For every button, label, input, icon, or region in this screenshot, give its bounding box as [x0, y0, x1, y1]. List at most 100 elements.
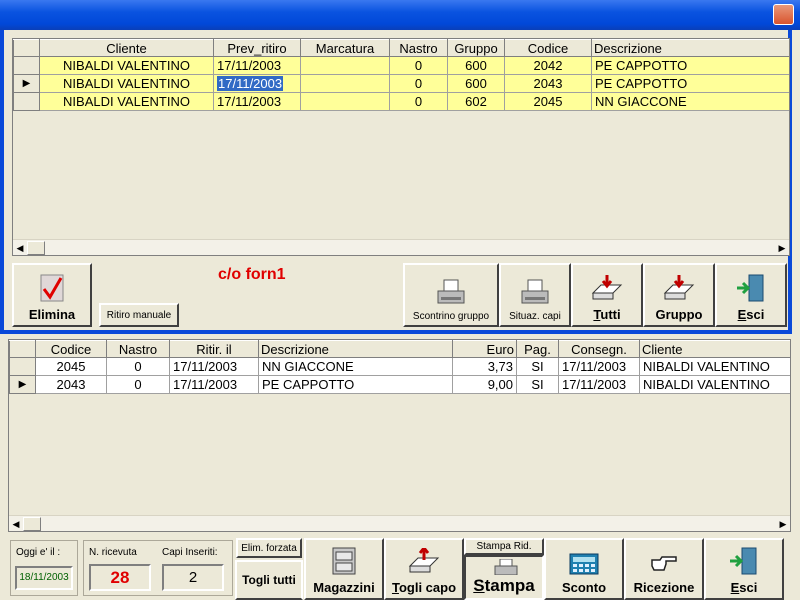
tray-down-arrow-icon: [663, 275, 695, 300]
sconto-button[interactable]: Sconto: [544, 538, 624, 600]
scroll-left-icon[interactable]: ◀: [9, 518, 23, 530]
ricezione-button[interactable]: Ricezione: [624, 538, 704, 600]
cell-gruppo[interactable]: 600: [447, 56, 505, 75]
scroll-thumb[interactable]: [27, 241, 45, 255]
elim-forzata-label: Elim. forzata: [241, 542, 297, 554]
cell-prev-ritiro[interactable]: 17/11/2003: [213, 74, 301, 93]
elim-forzata-button[interactable]: Elim. forzata: [236, 538, 302, 558]
received-items-grid[interactable]: Codice Nastro Ritir. il Descrizione Euro…: [8, 339, 791, 532]
cell-ritir-il[interactable]: 17/11/2003: [169, 375, 259, 394]
table-row[interactable]: 2045 0 17/11/2003 NN GIACCONE 3,73 SI 17…: [9, 357, 790, 376]
cell-cliente[interactable]: NIBALDI VALENTINO: [39, 56, 214, 75]
cell-codice[interactable]: 2045: [35, 357, 107, 376]
togli-tutti-button[interactable]: Togli tutti: [235, 560, 303, 600]
cell-pag[interactable]: SI: [516, 375, 559, 394]
scroll-thumb[interactable]: [23, 517, 41, 531]
current-row-indicator[interactable]: ▶: [9, 375, 36, 394]
capi-inseriti-value: 2: [162, 564, 224, 591]
situaz-capi-button[interactable]: Situaz. capi: [499, 263, 571, 327]
cell-cliente[interactable]: NIBALDI VALENTINO: [639, 357, 790, 376]
row-indicator[interactable]: [13, 56, 40, 75]
cell-cliente[interactable]: NIBALDI VALENTINO: [39, 74, 214, 93]
cell-descrizione[interactable]: PE CAPPOTTO: [591, 56, 789, 75]
tutti-button[interactable]: Tutti: [571, 263, 643, 327]
cell-codice[interactable]: 2043: [35, 375, 107, 394]
cell-pag[interactable]: SI: [516, 357, 559, 376]
pending-items-grid[interactable]: Cliente Prev_ritiro Marcatura Nastro Gru…: [12, 38, 790, 256]
scroll-right-icon[interactable]: ▶: [776, 518, 790, 530]
cell-descrizione[interactable]: PE CAPPOTTO: [591, 74, 789, 93]
scroll-left-icon[interactable]: ◀: [13, 242, 27, 254]
cell-codice[interactable]: 2043: [504, 74, 592, 93]
col-consegn[interactable]: Consegn.: [558, 340, 640, 358]
tutti-label-rest: utti: [600, 307, 621, 322]
cell-consegn[interactable]: 17/11/2003: [558, 357, 640, 376]
cell-gruppo[interactable]: 600: [447, 74, 505, 93]
cell-marcatura[interactable]: [300, 56, 390, 75]
elimina-button[interactable]: Elimina: [12, 263, 92, 327]
cell-euro[interactable]: 3,73: [452, 357, 517, 376]
table-row[interactable]: ▶ 2043 0 17/11/2003 PE CAPPOTTO 9,00 SI …: [9, 375, 790, 394]
cell-codice[interactable]: 2045: [504, 92, 592, 111]
selected-text[interactable]: 17/11/2003: [217, 76, 284, 91]
col-gruppo[interactable]: Gruppo: [447, 39, 505, 57]
table-row[interactable]: NIBALDI VALENTINO 17/11/2003 0 602 2045 …: [13, 92, 789, 111]
col-nastro[interactable]: Nastro: [389, 39, 448, 57]
togli-tutti-label: Togli tutti: [242, 573, 296, 587]
esci-label-rest: sci: [739, 580, 758, 595]
cell-nastro[interactable]: 0: [106, 357, 170, 376]
cell-nastro[interactable]: 0: [389, 92, 448, 111]
ritiro-manuale-button[interactable]: Ritiro manuale: [99, 303, 179, 327]
cell-descrizione[interactable]: NN GIACCONE: [258, 357, 453, 376]
cell-nastro[interactable]: 0: [389, 56, 448, 75]
close-window-button[interactable]: [773, 4, 794, 25]
col-euro[interactable]: Euro: [452, 340, 517, 358]
table-row[interactable]: ▶ NIBALDI VALENTINO 17/11/2003 0 600 204…: [13, 74, 789, 93]
gruppo-button[interactable]: Gruppo: [643, 263, 715, 327]
magazzini-button[interactable]: Magazzini: [304, 538, 384, 600]
cell-marcatura[interactable]: [300, 74, 390, 93]
cell-descrizione[interactable]: PE CAPPOTTO: [258, 375, 453, 394]
col-codice[interactable]: Codice: [35, 340, 107, 358]
cell-ritir-il[interactable]: 17/11/2003: [169, 357, 259, 376]
current-row-indicator[interactable]: ▶: [13, 74, 40, 93]
cell-consegn[interactable]: 17/11/2003: [558, 375, 640, 394]
cell-cliente[interactable]: NIBALDI VALENTINO: [39, 92, 214, 111]
tutti-label: Tutti: [593, 307, 620, 322]
esci-button-top[interactable]: Esci: [715, 263, 787, 327]
row-indicator[interactable]: [9, 357, 36, 376]
scontrino-gruppo-button[interactable]: Scontrino gruppo: [403, 263, 499, 327]
cell-cliente[interactable]: NIBALDI VALENTINO: [639, 375, 790, 394]
cell-nastro[interactable]: 0: [106, 375, 170, 394]
window-titlebar[interactable]: [0, 0, 800, 30]
cell-codice[interactable]: 2042: [504, 56, 592, 75]
horizontal-scrollbar[interactable]: ◀ ▶: [9, 515, 790, 531]
cell-prev-ritiro[interactable]: 17/11/2003: [213, 56, 301, 75]
printer-icon: [521, 279, 549, 304]
col-cliente[interactable]: Cliente: [639, 340, 790, 358]
cell-descrizione[interactable]: NN GIACCONE: [591, 92, 789, 111]
col-descrizione[interactable]: Descrizione: [258, 340, 453, 358]
col-nastro[interactable]: Nastro: [106, 340, 170, 358]
stampa-button[interactable]: Stampa: [464, 555, 544, 600]
col-descrizione[interactable]: Descrizione: [591, 39, 789, 57]
cell-gruppo[interactable]: 602: [447, 92, 505, 111]
cell-nastro[interactable]: 0: [389, 74, 448, 93]
cell-euro[interactable]: 9,00: [452, 375, 517, 394]
scroll-right-icon[interactable]: ▶: [775, 242, 789, 254]
col-codice[interactable]: Codice: [504, 39, 592, 57]
col-marcatura[interactable]: Marcatura: [300, 39, 390, 57]
col-ritir-il[interactable]: Ritir. il: [169, 340, 259, 358]
col-pag[interactable]: Pag.: [516, 340, 559, 358]
table-row[interactable]: NIBALDI VALENTINO 17/11/2003 0 600 2042 …: [13, 56, 789, 75]
horizontal-scrollbar[interactable]: ◀ ▶: [13, 239, 789, 255]
togli-capo-button[interactable]: Togli capo: [384, 538, 464, 600]
receipt-panel: N. ricevuta Capi Inseriti: 28 2: [83, 540, 233, 596]
cell-prev-ritiro[interactable]: 17/11/2003: [213, 92, 301, 111]
stampa-rid-button[interactable]: Stampa Rid.: [464, 538, 544, 555]
esci-button-bottom[interactable]: Esci: [704, 538, 784, 600]
col-prev-ritiro[interactable]: Prev_ritiro: [213, 39, 301, 57]
col-cliente[interactable]: Cliente: [39, 39, 214, 57]
cell-marcatura[interactable]: [300, 92, 390, 111]
row-indicator[interactable]: [13, 92, 40, 111]
